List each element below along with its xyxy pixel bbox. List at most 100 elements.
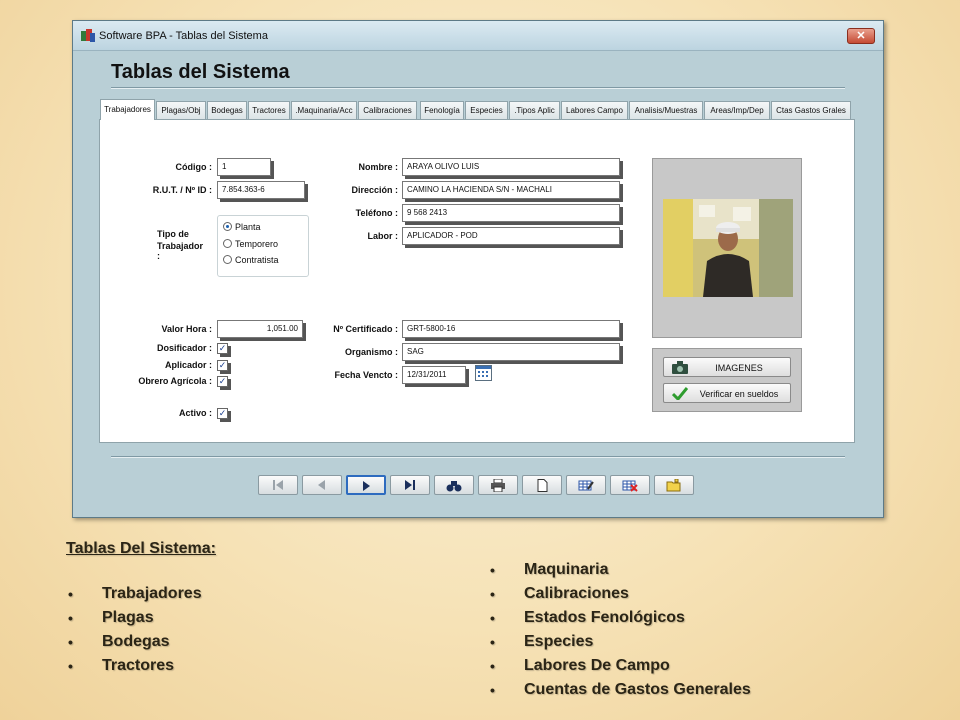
notes-list-item-label: Maquinaria: [524, 561, 609, 578]
tab-maquinaria-acc[interactable]: .Maquinaria/Acc: [291, 101, 357, 119]
codigo-label: Código :: [175, 162, 213, 172]
notes-list-item-label: Cuentas de Gastos Generales: [524, 681, 751, 698]
tab-analisis-muestras[interactable]: Analisis/Muestras: [629, 101, 703, 119]
dosificador-checkbox[interactable]: ✓: [217, 343, 228, 354]
dosificador-label: Dosificador :: [156, 343, 212, 353]
edit-record-button[interactable]: [566, 475, 606, 495]
obrero-agricola-checkbox[interactable]: ✓: [217, 376, 228, 387]
notes-list-item-label: Trabajadores: [102, 585, 202, 602]
calendar-icon[interactable]: [475, 365, 492, 381]
tab-calibraciones[interactable]: Calibraciones: [358, 101, 417, 119]
previous-record-button[interactable]: [302, 475, 342, 495]
first-record-button[interactable]: [258, 475, 298, 495]
notes-list-item: • Tractores: [66, 654, 202, 678]
notes-list-item: • Plagas: [66, 606, 202, 630]
app-window: Software BPA - Tablas del Sistema ✕ Tabl…: [72, 20, 884, 518]
next-record-icon: [363, 481, 370, 491]
imagenes-label: IMAGENES: [715, 363, 763, 373]
notes-list-item-label: Plagas: [102, 609, 154, 626]
radio-contratista[interactable]: Contratista: [223, 255, 279, 265]
radio-planta-label: Planta: [235, 222, 261, 232]
app-icon: [81, 29, 95, 43]
telefono-field[interactable]: 9 568 2413: [402, 204, 620, 222]
labor-field[interactable]: APLICADOR - POD: [402, 227, 620, 245]
page-title: Tablas del Sistema: [111, 61, 290, 83]
tab-panel-trabajadores: Código : 1 R.U.T. / Nº ID : 7.854.363-6 …: [99, 119, 855, 443]
tab-plagas-obj[interactable]: Plagas/Obj: [156, 101, 206, 119]
last-record-button[interactable]: [390, 475, 430, 495]
edit-grid-icon: [578, 480, 594, 491]
notes-list-item: • Calibraciones: [488, 582, 751, 606]
fecha-vencto-label: Fecha Vencto :: [334, 370, 398, 380]
fecha-vencto-field[interactable]: 12/31/2011: [402, 366, 466, 384]
notes-list-item: • Estados Fenológicos: [488, 606, 751, 630]
bullet-icon: •: [490, 634, 495, 650]
notes-list-item: • Maquinaria: [488, 558, 751, 582]
certificado-field[interactable]: GRT-5800-16: [402, 320, 620, 338]
notes-list-item-label: Estados Fenológicos: [524, 609, 685, 626]
bullet-icon: •: [68, 658, 73, 674]
first-record-icon: [273, 480, 283, 490]
radio-selected-icon: [223, 222, 232, 231]
close-button[interactable]: ✕: [847, 28, 875, 44]
radio-temporero[interactable]: Temporero: [223, 239, 278, 249]
codigo-field[interactable]: 1: [217, 158, 271, 176]
notes-list-item-label: Labores De Campo: [524, 657, 670, 674]
tab-labores-campo[interactable]: Labores Campo: [561, 101, 628, 119]
camera-icon: [672, 361, 688, 374]
notes-list-item: • Cuentas de Gastos Generales: [488, 678, 751, 702]
last-record-icon: [405, 480, 415, 490]
notes-list-item: • Trabajadores: [66, 582, 202, 606]
notes-list-item: • Especies: [488, 630, 751, 654]
organismo-field[interactable]: SAG: [402, 343, 620, 361]
nombre-field[interactable]: ARAYA OLIVO LUIS: [402, 158, 620, 176]
valor-hora-field[interactable]: 1,051.00: [217, 320, 303, 338]
notes-list-item-label: Bodegas: [102, 633, 170, 650]
tab-especies[interactable]: Especies: [465, 101, 508, 119]
bullet-icon: •: [490, 562, 495, 578]
print-button[interactable]: [478, 475, 518, 495]
notes-list-right: • Maquinaria • Calibraciones • Estados Fenoló…: [488, 558, 751, 702]
verificar-sueldos-button[interactable]: Verificar en sueldos: [663, 383, 791, 403]
certificado-label: Nº Certificado :: [333, 324, 398, 334]
delete-record-button[interactable]: [610, 475, 650, 495]
notes-list-item-label: Calibraciones: [524, 585, 629, 602]
window-title: Software BPA - Tablas del Sistema: [99, 30, 268, 42]
imagenes-button[interactable]: IMAGENES: [663, 357, 791, 377]
rut-field[interactable]: 7.854.363-6: [217, 181, 305, 199]
next-record-button[interactable]: [346, 475, 386, 495]
tipo-trabajador-label: Tipo de Trabajador :: [100, 229, 206, 261]
tab-ctas-gastos-grales[interactable]: Ctas Gastos Grales: [771, 101, 851, 119]
tab-trabajadores[interactable]: Trabajadores: [100, 99, 155, 120]
bullet-icon: •: [490, 586, 495, 602]
bullet-icon: •: [68, 634, 73, 650]
direccion-label: Dirección :: [351, 185, 398, 195]
nombre-label: Nombre :: [358, 162, 398, 172]
bullet-icon: •: [490, 658, 495, 674]
tab-tractores[interactable]: Tractores: [248, 101, 290, 119]
photo-frame: [652, 158, 802, 338]
new-record-button[interactable]: [522, 475, 562, 495]
notes-title: Tablas Del Sistema:: [66, 540, 216, 557]
valor-hora-label: Valor Hora :: [161, 324, 212, 334]
aplicador-checkbox[interactable]: ✓: [217, 360, 228, 371]
verificar-sueldos-label: Verificar en sueldos: [699, 389, 779, 399]
open-folder-button[interactable]: [654, 475, 694, 495]
tab-bodegas[interactable]: Bodegas: [207, 101, 247, 119]
aplicador-label: Aplicador :: [164, 360, 212, 370]
new-document-icon: [537, 479, 548, 492]
radio-empty-icon: [223, 255, 232, 264]
delete-grid-icon: [622, 480, 638, 492]
notes-list-item-label: Tractores: [102, 657, 175, 674]
bullet-icon: •: [490, 610, 495, 626]
header-divider: [111, 87, 845, 89]
radio-planta[interactable]: Planta: [223, 222, 261, 232]
activo-checkbox[interactable]: ✓: [217, 408, 228, 419]
search-button[interactable]: [434, 475, 474, 495]
action-button-frame: IMAGENES Verificar en sueldos: [652, 348, 802, 412]
direccion-field[interactable]: CAMINO LA HACIENDA S/N - MACHALI: [402, 181, 620, 199]
footer-divider: [111, 456, 845, 458]
tab-areas-imp-dep[interactable]: Areas/Imp/Dep: [704, 101, 770, 119]
tab-fenolog-a[interactable]: Fenología: [420, 101, 464, 119]
tab-tipos-aplic[interactable]: .Tipos Aplic: [509, 101, 560, 119]
